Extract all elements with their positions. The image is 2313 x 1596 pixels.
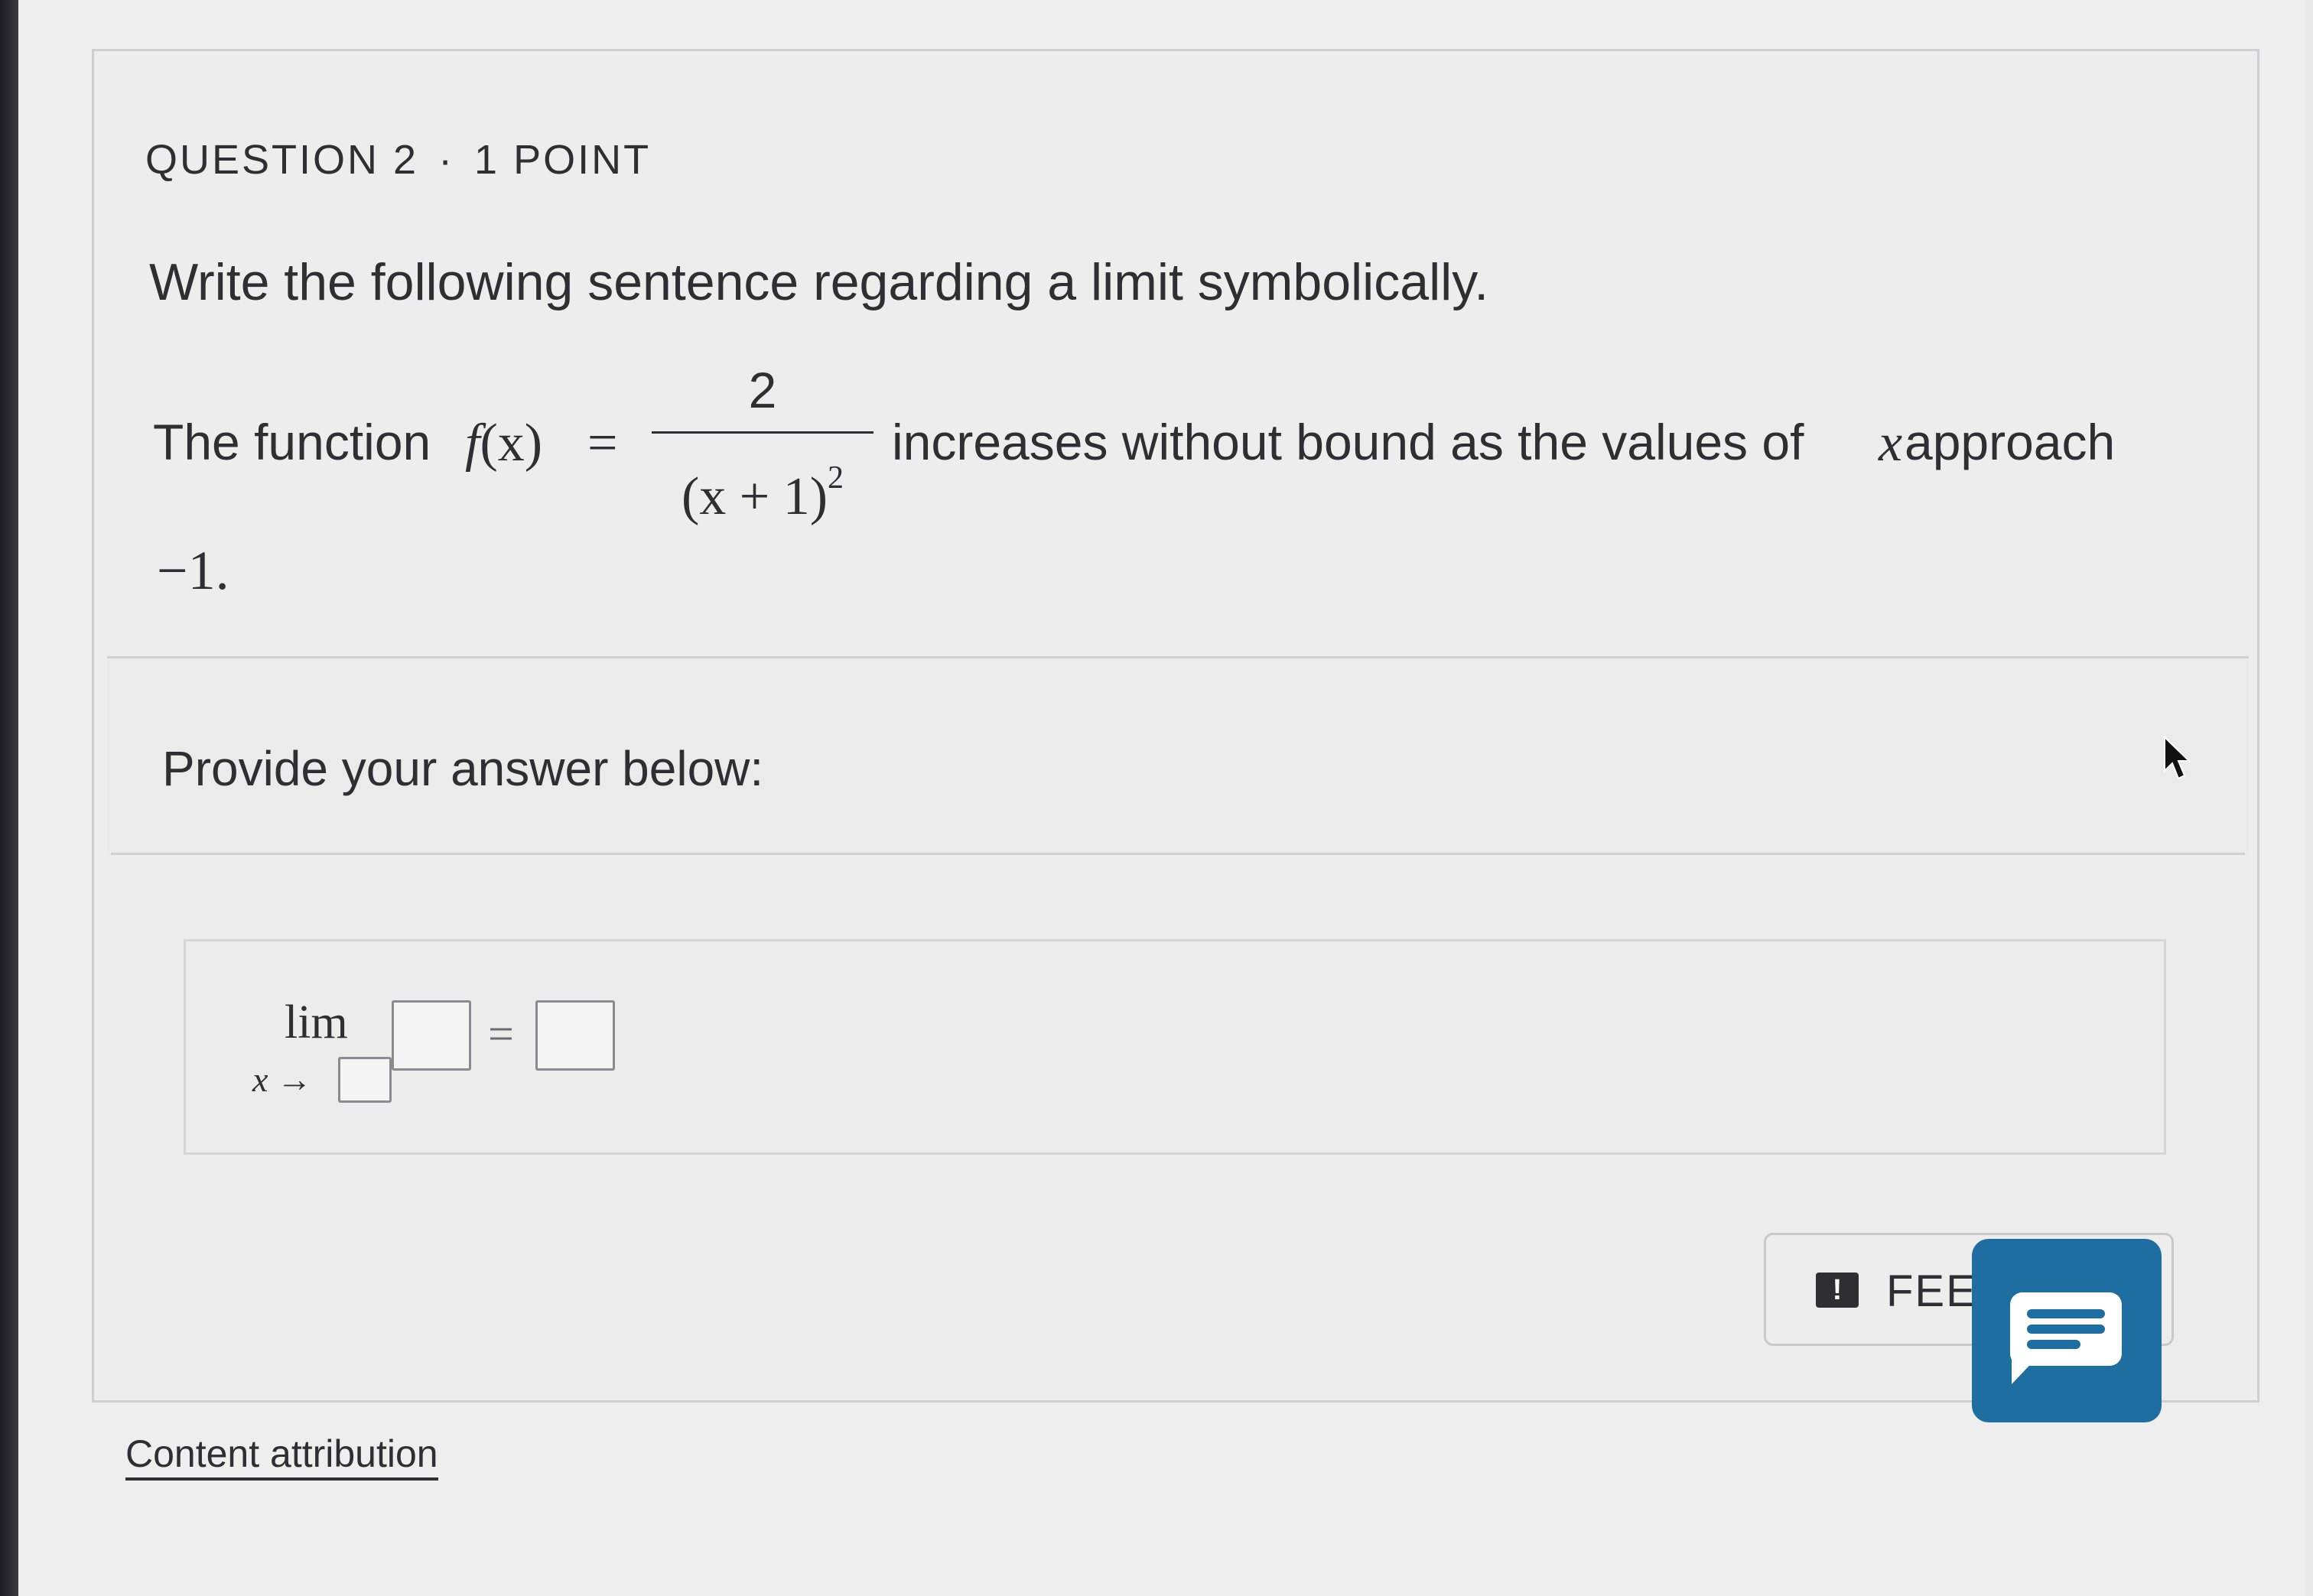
question-points: 1 POINT [474,137,652,183]
answer-prompt-label: Provide your answer below: [162,741,764,796]
limit-subscript: x → [252,1060,312,1099]
exclamation-icon: ! [1816,1273,1859,1308]
function-notation: f(x) [465,413,542,474]
chat-bubble-tail [2012,1354,2041,1384]
chat-line [2027,1325,2105,1334]
answer-equals-sign: = [488,1009,514,1059]
question-instruction: Write the following sentence regarding a… [149,253,1489,311]
approach-value-input[interactable] [338,1057,392,1103]
sentence-variable: x [1879,414,1903,473]
limit-operator: lim [285,996,348,1048]
denominator-exponent: 2 [828,460,844,496]
screen-edge [0,0,18,1596]
sentence-continuation: −1. [157,540,229,601]
function-name: f [465,414,480,473]
sentence-prefix: The function [153,414,431,470]
header-separator: · [438,137,455,183]
sentence-middle: increases without bound as the values of [892,414,1804,470]
question-sentence: The function f(x) = 2 (x + 1)2 increases… [153,359,2233,558]
section-divider [107,656,2249,658]
chat-button[interactable] [1972,1239,2162,1422]
limit-result-input[interactable] [535,1000,615,1071]
content-attribution-link[interactable]: Content attribution [125,1432,438,1481]
chat-line [2027,1340,2080,1349]
equals-sign: = [587,414,618,473]
section-divider [111,853,2245,855]
question-header: QUESTION 2 · 1 POINT [145,136,651,184]
question-number: QUESTION 2 [145,137,419,183]
denominator-base: (x + 1) [681,467,828,526]
function-expression-input[interactable] [392,1000,471,1071]
answer-input-area [184,939,2166,1155]
fraction-denominator: (x + 1)2 [652,447,873,528]
fraction-numerator: 2 [748,362,777,418]
sentence-suffix: approach [1905,414,2116,470]
mouse-cursor-icon [2164,736,2191,780]
chat-line [2027,1309,2105,1318]
fraction: 2 (x + 1)2 [652,359,873,528]
function-argument: (x) [480,414,543,473]
fraction-bar [652,431,873,434]
